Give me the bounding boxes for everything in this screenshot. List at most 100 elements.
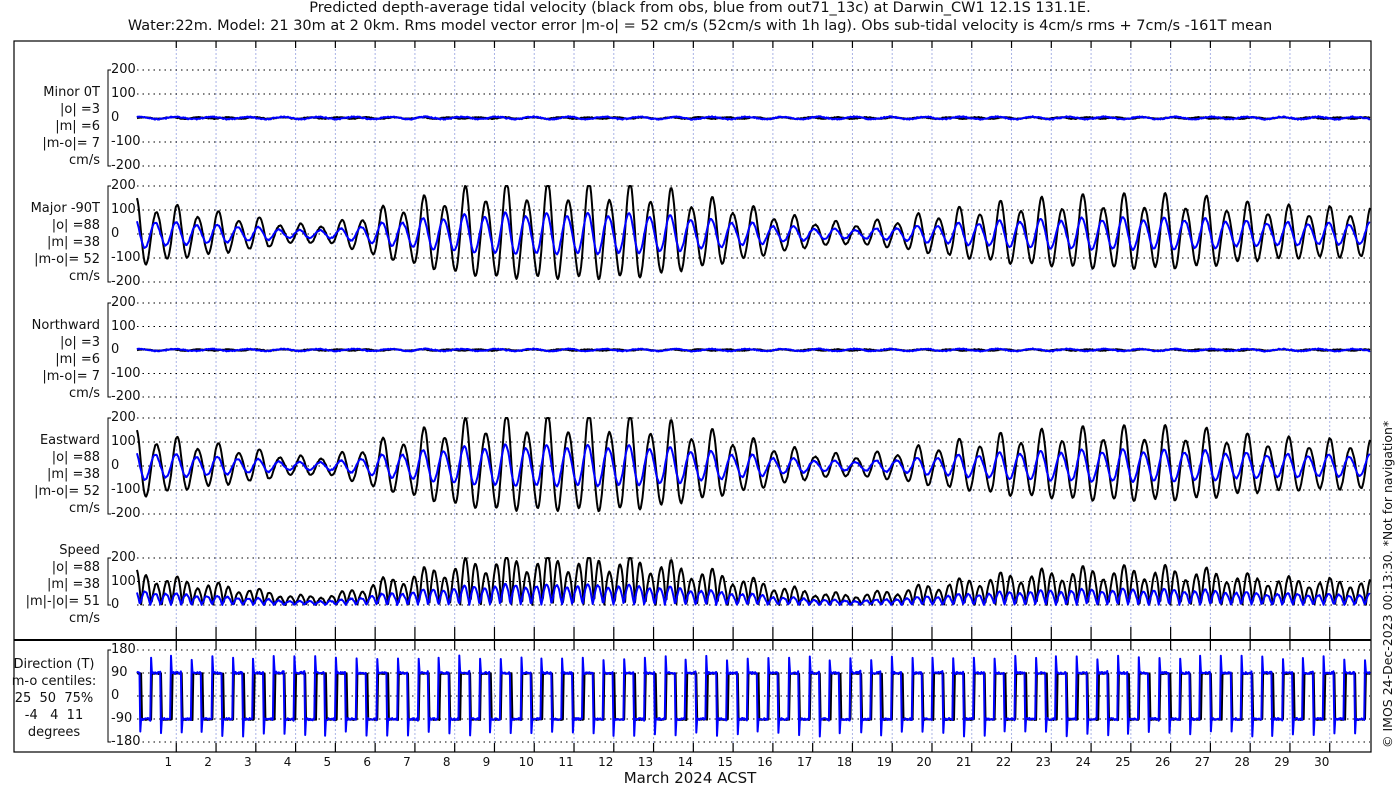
x-tick-label: 4 — [283, 755, 292, 769]
y-tick-label: 100 — [111, 318, 137, 334]
x-tick-label: 7 — [403, 755, 411, 769]
chart-canvas — [13, 40, 1372, 753]
y-tick-label: 0 — [111, 458, 121, 473]
x-tick-label: 22 — [995, 755, 1012, 769]
x-tick-label: 13 — [637, 755, 654, 769]
y-tick-label: 0 — [111, 110, 121, 125]
copyright-notice: © IMOS 24-Dec-2023 00:13:30. *Not for na… — [1380, 420, 1395, 748]
y-tick-label: 0 — [111, 226, 121, 241]
panel-label-line: |m| =6 — [55, 352, 100, 367]
panel-label-line: |o| =3 — [59, 335, 100, 350]
x-tick-label: 18 — [836, 755, 853, 769]
y-tick-label: -100 — [111, 482, 142, 497]
panel-label-speed: Speed |o| =88 |m| =38 |m|-|o|= 51 cm/s — [0, 542, 100, 627]
y-tick-label: 200 — [111, 410, 137, 425]
speed-model-line — [136, 582, 1371, 606]
east-model-line — [136, 443, 1371, 488]
y-tick-label: -200 — [111, 158, 142, 173]
x-tick-label: 5 — [323, 755, 332, 769]
panel-label-line: cm/s — [69, 269, 100, 284]
panel-label-line: m-o centiles: — [11, 674, 97, 689]
panel-label-line: cm/s — [69, 386, 100, 401]
panel-label-line: |o| =88 — [51, 218, 100, 233]
y-tick-label: -200 — [111, 389, 142, 404]
panel-label-line: cm/s — [69, 153, 100, 168]
panel-label-line: cm/s — [69, 611, 100, 626]
panel-label-line: |m| =38 — [47, 467, 100, 482]
y-tick-label: 0 — [111, 597, 121, 612]
y-tick-label: -180 — [111, 734, 142, 749]
panel-label-line: |o| =88 — [51, 450, 100, 465]
panel-label-line: Direction (T) — [13, 657, 95, 672]
panel-label-line: Speed — [59, 543, 100, 558]
y-tick-label: 200 — [111, 550, 137, 565]
y-tick-label: -100 — [111, 365, 142, 381]
x-tick-label: 9 — [482, 755, 491, 769]
x-tick-label: 23 — [1035, 755, 1051, 769]
panel-label-minor: Minor 0T |o| =3 |m| =6 |m-o|= 7 cm/s — [0, 84, 100, 169]
x-tick-label: 25 — [1115, 755, 1131, 769]
panel-label-direction: Direction (T) m-o centiles: 25 50 75% -4 4 … — [0, 656, 100, 741]
y-tick-label: 100 — [111, 86, 137, 101]
panel-label-east: Eastward |o| =88 |m| =38 |m-o|= 52 cm/s — [0, 432, 100, 517]
x-tick-label: 6 — [363, 755, 371, 769]
panel-label-line: |m| =38 — [47, 577, 100, 592]
x-tick-label: 19 — [876, 755, 892, 769]
y-tick-label: 0 — [111, 342, 121, 357]
x-tick-label: 15 — [717, 755, 733, 769]
y-tick-label: 100 — [111, 573, 137, 589]
y-tick-label: 100 — [111, 202, 137, 217]
panel-label-line: cm/s — [69, 501, 100, 516]
x-tick-label: 16 — [757, 755, 773, 769]
panel-label-line: |o| =3 — [59, 102, 100, 117]
panel-label-line: |m-o|= 7 — [42, 136, 100, 151]
panel-label-line: |m|-|o|= 51 — [25, 594, 100, 609]
x-tick-label: 1 — [164, 755, 173, 769]
x-tick-label: 2 — [204, 755, 212, 769]
y-tick-label: -200 — [111, 274, 142, 289]
major-obs-line — [136, 185, 1371, 281]
x-tick-label: 14 — [677, 755, 693, 769]
y-tick-label: 200 — [111, 178, 137, 193]
x-tick-label: 11 — [558, 755, 574, 769]
x-tick-label: 24 — [1075, 755, 1091, 769]
panel-label-north: Northward |o| =3 |m| =6 |m-o|= 7 cm/s — [0, 317, 100, 402]
y-tick-label: 100 — [111, 434, 137, 449]
x-tick-label: 21 — [956, 755, 972, 769]
major-model-line — [136, 211, 1371, 256]
y-tick-label: 0 — [111, 688, 121, 703]
panel-label-line: |m-o|= 52 — [34, 484, 100, 499]
x-tick-label: 20 — [916, 755, 932, 769]
east-obs-line — [136, 417, 1371, 513]
x-tick-label: 12 — [598, 755, 614, 769]
panel-label-line: |m-o|= 52 — [34, 252, 100, 267]
panel-label-line: Northward — [31, 318, 100, 333]
y-tick-label: 180 — [111, 642, 137, 657]
x-tick-label: 30 — [1314, 755, 1330, 769]
x-tick-label: 29 — [1274, 755, 1290, 769]
x-tick-label: 27 — [1194, 755, 1211, 769]
panel-label-line: degrees — [27, 725, 81, 740]
y-tick-label: 200 — [111, 62, 137, 77]
panel-label-line: |m| =38 — [47, 235, 100, 250]
panel-label-line: |m-o|= 7 — [42, 369, 100, 384]
y-tick-label: -100 — [111, 134, 142, 149]
y-tick-label: 90 — [111, 665, 129, 680]
x-tick-label: 8 — [442, 755, 451, 769]
panel-label-line: Minor 0T — [43, 85, 100, 100]
x-axis-label: March 2024 ACST — [623, 769, 757, 787]
x-tick-label: 10 — [518, 755, 534, 769]
panel-label-line: |o| =88 — [51, 560, 100, 575]
panel-label-line: -4 4 11 — [24, 708, 84, 723]
x-tick-label: 3 — [243, 755, 252, 769]
y-tick-label: -200 — [111, 506, 142, 521]
x-tick-label: 26 — [1154, 755, 1171, 769]
panel-label-major: Major -90T |o| =88 |m| =38 |m-o|= 52 cm/s — [0, 200, 100, 285]
x-tick-label: 17 — [797, 755, 813, 769]
panel-label-line: Major -90T — [30, 201, 100, 216]
y-tick-label: -100 — [111, 250, 142, 265]
panel-label-line: 25 50 75% — [14, 691, 94, 706]
panel-label-line: |m| =6 — [55, 119, 100, 134]
x-tick-label: 28 — [1234, 755, 1250, 769]
y-tick-label: 200 — [111, 295, 137, 310]
